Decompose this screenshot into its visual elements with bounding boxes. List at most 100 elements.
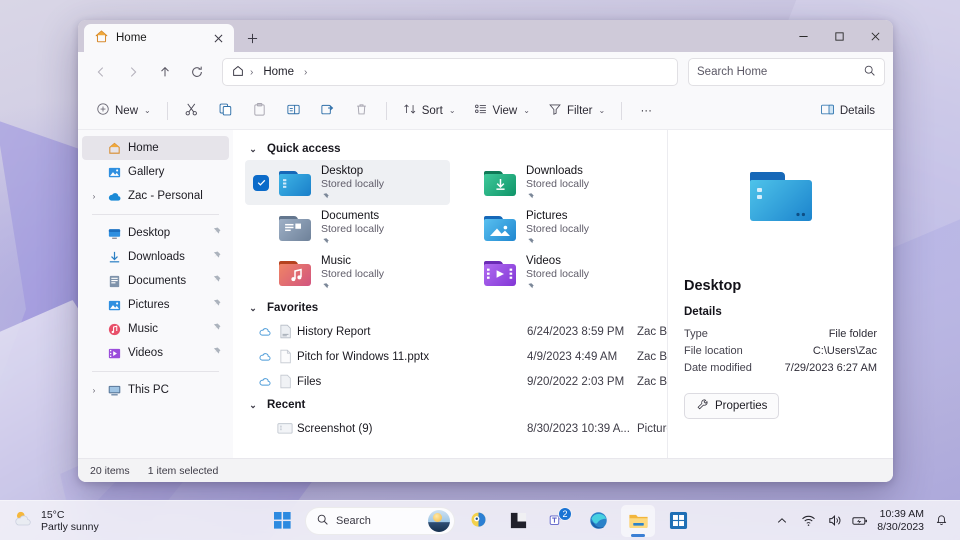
rename-button[interactable]	[278, 97, 310, 125]
taskbar-search-box[interactable]: Search	[305, 507, 455, 535]
item-name: Desktop	[321, 164, 384, 178]
new-tab-button[interactable]	[242, 28, 262, 48]
navigation-pane: Home Gallery › Zac - Personal	[78, 130, 233, 458]
title-bar: Home	[78, 20, 893, 52]
sidebar-item-desktop[interactable]: Desktop	[82, 221, 229, 245]
recent-header[interactable]: ⌄ Recent	[233, 394, 667, 416]
sidebar-item-documents[interactable]: Documents	[82, 269, 229, 293]
breadcrumb-separator-2[interactable]: ›	[303, 67, 308, 78]
share-button[interactable]	[312, 97, 344, 125]
quick-access-item-music[interactable]: Music Stored locally	[245, 250, 450, 295]
details-title: Desktop	[684, 278, 877, 294]
pin-icon[interactable]	[211, 274, 223, 288]
properties-button[interactable]: Properties	[684, 393, 779, 419]
table-row[interactable]: Files 9/20/2022 2:03 PM Zac Bowden's On.…	[233, 369, 667, 394]
chevron-right-icon[interactable]: ›	[88, 386, 100, 395]
taskbar-app-teams[interactable]: 2	[541, 505, 575, 537]
filter-button[interactable]: Filter ⌄	[540, 97, 613, 125]
close-button[interactable]	[857, 20, 893, 52]
battery-icon[interactable]	[851, 512, 869, 530]
quick-access-item-desktop[interactable]: Desktop Stored locally	[245, 160, 450, 205]
item-name: Pictures	[526, 209, 589, 223]
pin-icon[interactable]	[211, 346, 223, 360]
copy-button[interactable]	[210, 97, 242, 125]
quick-access-header[interactable]: ⌄ Quick access	[233, 138, 667, 160]
delete-button[interactable]	[346, 97, 378, 125]
taskbar-app-microsoft-store[interactable]	[661, 505, 695, 537]
pin-icon[interactable]	[211, 226, 223, 240]
taskbar-app-edge[interactable]	[581, 505, 615, 537]
sidebar-item-this-pc[interactable]: › This PC	[82, 378, 229, 402]
quick-access-item-documents[interactable]: Documents Stored locally	[245, 205, 450, 250]
search-input[interactable]: Search Home	[688, 58, 885, 86]
quick-access-item-downloads[interactable]: Downloads Stored locally	[450, 160, 655, 205]
paste-button[interactable]	[244, 97, 276, 125]
chevron-up-icon[interactable]	[773, 512, 791, 530]
checkbox-unchecked[interactable]	[253, 265, 269, 281]
chevron-right-icon[interactable]: ›	[88, 192, 100, 201]
details-pane-button[interactable]: Details	[812, 97, 883, 125]
pin-icon[interactable]	[211, 322, 223, 336]
sidebar-divider	[92, 214, 219, 215]
more-options-button[interactable]: ···	[630, 97, 662, 125]
checkbox-unchecked[interactable]	[458, 265, 474, 281]
quick-access-item-videos[interactable]: Videos Stored locally	[450, 250, 655, 295]
pin-icon	[321, 281, 384, 292]
view-button[interactable]: View ⌄	[466, 97, 538, 125]
chevron-down-icon[interactable]: ⌄	[247, 400, 259, 411]
bell-icon[interactable]	[932, 512, 950, 530]
chevron-down-icon[interactable]: ⌄	[247, 144, 259, 155]
pin-icon[interactable]	[211, 298, 223, 312]
checkbox-unchecked[interactable]	[458, 220, 474, 236]
sidebar-item-videos[interactable]: Videos	[82, 341, 229, 365]
table-row[interactable]: Pitch for Windows 11.pptx 4/9/2023 4:49 …	[233, 344, 667, 369]
table-row[interactable]: Screenshot (9) 8/30/2023 10:39 A... Pict…	[233, 416, 667, 441]
checkbox-unchecked[interactable]	[458, 175, 474, 191]
item-name: Music	[321, 254, 384, 268]
pin-icon[interactable]	[211, 250, 223, 264]
checkbox-checked[interactable]	[253, 175, 269, 191]
tab-home[interactable]: Home	[84, 24, 234, 52]
checkbox-unchecked[interactable]	[253, 220, 269, 236]
sidebar-item-onedrive[interactable]: › Zac - Personal	[82, 184, 229, 208]
sidebar-item-music[interactable]: Music	[82, 317, 229, 341]
weather-widget[interactable]: 15°C Partly sunny	[0, 505, 109, 537]
chevron-down-icon[interactable]: ⌄	[247, 303, 259, 314]
search-thumbnail[interactable]	[428, 510, 450, 532]
sidebar-item-downloads[interactable]: Downloads	[82, 245, 229, 269]
sidebar-item-gallery[interactable]: Gallery	[82, 160, 229, 184]
sidebar-item-pictures[interactable]: Pictures	[82, 293, 229, 317]
wifi-icon[interactable]	[799, 512, 817, 530]
volume-icon[interactable]	[825, 512, 843, 530]
breadcrumb-home[interactable]: Home	[258, 64, 299, 80]
rename-icon	[286, 102, 301, 120]
home-icon[interactable]	[231, 64, 245, 81]
folder-preview-icon	[750, 170, 812, 222]
command-bar: New ⌄	[78, 92, 893, 130]
address-bar[interactable]: › Home ›	[222, 58, 678, 86]
file-explorer-window: Home	[78, 20, 893, 482]
details-row-label: File location	[684, 343, 743, 360]
taskbar-app-file-tool[interactable]	[501, 505, 535, 537]
table-row[interactable]: History Report 6/24/2023 8:59 PM Zac Bow…	[233, 319, 667, 344]
clock[interactable]: 10:39 AM 8/30/2023	[877, 508, 924, 534]
sidebar-item-home[interactable]: Home	[82, 136, 229, 160]
quick-access-item-pictures[interactable]: Pictures Stored locally	[450, 205, 655, 250]
item-count: 20 items	[90, 465, 130, 477]
new-button[interactable]: New ⌄	[88, 97, 159, 125]
taskbar-app-file-explorer[interactable]	[621, 505, 655, 537]
up-button[interactable]	[150, 57, 180, 87]
close-icon[interactable]	[208, 28, 228, 48]
favorites-header[interactable]: ⌄ Favorites	[233, 297, 667, 319]
refresh-button[interactable]	[182, 57, 212, 87]
search-icon[interactable]	[863, 64, 876, 80]
desktop-icon	[106, 225, 122, 241]
minimize-button[interactable]	[785, 20, 821, 52]
maximize-button[interactable]	[821, 20, 857, 52]
sort-button[interactable]: Sort ⌄	[395, 97, 464, 125]
start-button[interactable]	[265, 505, 299, 537]
taskbar-app-paint3d[interactable]	[461, 505, 495, 537]
cut-button[interactable]	[176, 97, 208, 125]
back-button[interactable]	[86, 57, 116, 87]
forward-button[interactable]	[118, 57, 148, 87]
